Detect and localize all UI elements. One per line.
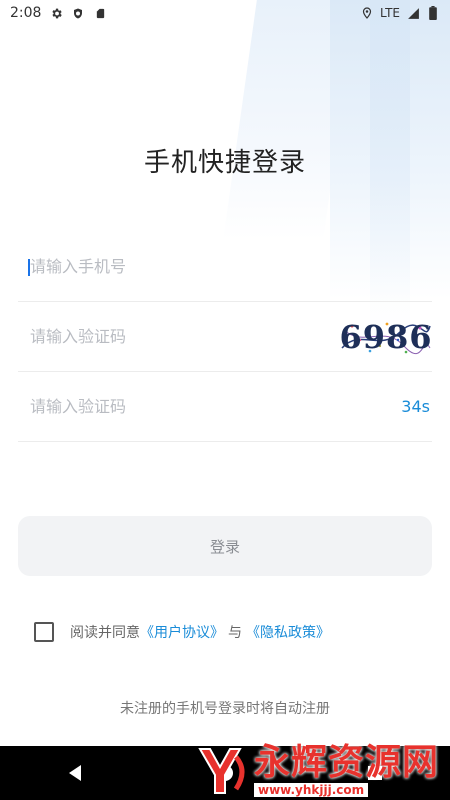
- user-agreement-link[interactable]: 《用户协议》: [140, 622, 224, 642]
- agreement-checkbox[interactable]: [34, 622, 54, 642]
- status-bar: 2:08 LTE: [0, 0, 450, 26]
- agreement-joiner: 与: [228, 625, 242, 641]
- privacy-policy-link[interactable]: 《隐私政策》: [246, 622, 330, 642]
- captcha-image[interactable]: 6986: [340, 318, 432, 356]
- captcha-text: 6986: [340, 317, 432, 356]
- agreement-prefix: 阅读并同意: [70, 625, 140, 641]
- signal-icon: [406, 6, 420, 20]
- sd-card-icon: [93, 6, 107, 20]
- login-form: 6986 34s: [18, 232, 432, 442]
- watermark-logo-icon: [194, 742, 254, 798]
- captcha-row: 6986: [18, 302, 432, 372]
- phone-row: [18, 232, 432, 302]
- agreement-row: 阅读并同意 《用户协议》 与 《隐私政策》: [34, 622, 330, 642]
- auto-register-hint: 未注册的手机号登录时将自动注册: [120, 701, 330, 717]
- sms-code-row: 34s: [18, 372, 432, 442]
- status-time: 2:08: [10, 5, 42, 21]
- login-button[interactable]: 登录: [18, 516, 432, 576]
- back-icon[interactable]: [55, 753, 95, 793]
- watermark-title: 永辉资源网: [254, 742, 440, 783]
- shield-icon: [71, 6, 85, 20]
- sms-code-input[interactable]: [18, 397, 278, 416]
- phone-input[interactable]: [18, 257, 278, 276]
- page-title: 手机快捷登录: [143, 148, 306, 178]
- countdown-timer[interactable]: 34s: [401, 397, 432, 416]
- watermark: 永辉资源网 www.yhkjjj.com: [194, 740, 444, 800]
- settings-icon: [49, 6, 63, 20]
- captcha-input[interactable]: [18, 327, 278, 346]
- network-type: LTE: [380, 6, 400, 20]
- battery-icon: [426, 6, 440, 20]
- text-cursor: [28, 259, 30, 276]
- location-icon: [360, 6, 374, 20]
- watermark-url: www.yhkjjj.com: [254, 783, 369, 797]
